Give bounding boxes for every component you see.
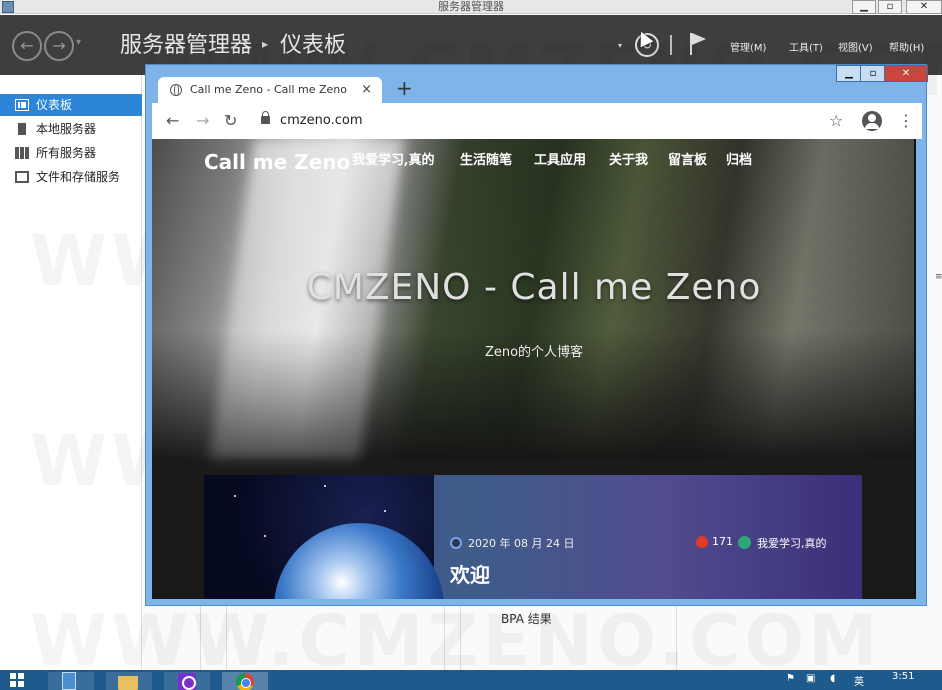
- dashboard-tiles-grid: [0, 600, 942, 670]
- page-title: 仪表板: [280, 33, 347, 58]
- app-icon: [178, 673, 196, 690]
- post-title[interactable]: 欢迎: [450, 559, 490, 588]
- new-tab-button[interactable]: +: [396, 75, 413, 101]
- window-titlebar: 服务器管理器 ▁ ▫ ✕: [0, 0, 942, 14]
- post-thumbnail[interactable]: [204, 475, 444, 599]
- sidebar-item-label: 文件和存储服务: [36, 170, 121, 184]
- browser-forward-icon[interactable]: →: [196, 103, 209, 139]
- sidebar-item-dashboard[interactable]: 仪表板: [0, 94, 142, 116]
- sidebar-item-label: 所有服务器: [36, 146, 97, 160]
- scrollbar-grip-icon[interactable]: ≡: [935, 272, 942, 282]
- post-views: 171: [712, 535, 733, 548]
- fire-icon: [696, 536, 708, 548]
- tab-close-icon[interactable]: ×: [361, 77, 372, 103]
- forward-button[interactable]: →: [44, 31, 74, 61]
- folder-icon: [118, 676, 138, 690]
- page-scrollbar[interactable]: [914, 139, 916, 599]
- window-minimize-button[interactable]: ▁: [852, 0, 876, 14]
- arrow-left-icon: ←: [20, 36, 34, 55]
- taskbar-clock[interactable]: 3:51: [892, 670, 914, 684]
- window-title: 服务器管理器: [438, 0, 504, 13]
- window-restore-button[interactable]: ▫: [878, 0, 902, 14]
- server-icon: [18, 123, 26, 135]
- nav-tools[interactable]: 工具应用: [534, 151, 586, 171]
- sidebar-item-label: 仪表板: [36, 98, 73, 112]
- bpa-results-label: BPA 结果: [501, 612, 552, 626]
- storage-icon: [15, 171, 29, 183]
- earth-image: [274, 523, 444, 599]
- taskbar-server-manager[interactable]: [48, 672, 94, 690]
- hero-subtitle: Zeno的个人博客: [484, 345, 584, 360]
- tag-icon: [738, 536, 751, 549]
- browser-reload-icon[interactable]: ↻: [224, 103, 237, 139]
- sidebar: 仪表板 本地服务器 所有服务器 文件和存储服务: [0, 75, 142, 670]
- tray-network-icon[interactable]: ▣: [806, 673, 815, 684]
- sidebar-item-local-server[interactable]: 本地服务器: [0, 118, 142, 140]
- chrome-tab-strip: Call me Zeno - Call me Zeno × +: [152, 73, 922, 103]
- tab-title: Call me Zeno - Call me Zeno: [190, 83, 347, 96]
- browser-tab[interactable]: Call me Zeno - Call me Zeno ×: [158, 77, 382, 103]
- post-category[interactable]: 我爱学习,真的: [757, 535, 827, 551]
- window-close-button[interactable]: ✕: [906, 0, 942, 14]
- menu-help[interactable]: 帮助(H): [889, 39, 924, 54]
- menu-manage[interactable]: 管理(M): [730, 39, 766, 54]
- web-page: Call me Zeno 我爱学习,真的 生活随笔 工具应用 关于我 留言板 归…: [152, 139, 916, 599]
- taskbar: ⚑ ▣ ◖ 英 3:51: [0, 670, 942, 690]
- nav-life-notes[interactable]: 生活随笔: [460, 151, 512, 171]
- post-card[interactable]: 2020 年 08 月 24 日 171 我爱学习,真的 欢迎: [204, 475, 862, 599]
- sidebar-item-label: 本地服务器: [36, 122, 97, 136]
- address-bar[interactable]: cmzeno.com: [280, 103, 363, 139]
- chrome-toolbar: ← → ↻ cmzeno.com ☆ ⋮: [152, 103, 922, 139]
- site-logo[interactable]: Call me Zeno: [204, 147, 350, 177]
- chrome-window: ▁ ▫ ✕ Call me Zeno - Call me Zeno × + ← …: [145, 64, 928, 606]
- post-date: 2020 年 08 月 24 日: [468, 537, 575, 550]
- taskbar-app[interactable]: [164, 672, 210, 690]
- globe-icon: [170, 84, 182, 96]
- menu-view[interactable]: 视图(V): [838, 39, 873, 54]
- calendar-icon: [450, 537, 462, 549]
- nav-study[interactable]: 我爱学习,真的: [352, 151, 435, 171]
- nav-guestbook[interactable]: 留言板: [668, 151, 707, 171]
- flag-icon[interactable]: [690, 33, 708, 55]
- header-divider: [670, 35, 672, 55]
- chrome-icon: [236, 673, 254, 690]
- sidebar-item-file-storage[interactable]: 文件和存储服务: [0, 166, 142, 188]
- nav-archive[interactable]: 归档: [726, 151, 752, 171]
- bookmark-star-icon[interactable]: ☆: [829, 103, 843, 139]
- menu-tools[interactable]: 工具(T): [789, 39, 823, 54]
- server-manager-icon: [62, 672, 76, 690]
- account-icon[interactable]: [862, 111, 882, 131]
- taskbar-file-explorer[interactable]: [106, 672, 152, 690]
- taskbar-chrome[interactable]: [222, 672, 268, 690]
- chrome-menu-icon[interactable]: ⋮: [898, 103, 914, 139]
- back-button[interactable]: ←: [12, 31, 42, 61]
- servers-icon: [15, 147, 29, 159]
- tray-volume-icon[interactable]: ◖: [830, 673, 835, 684]
- lock-icon[interactable]: [261, 111, 270, 124]
- dashboard-grid-icon: [15, 99, 29, 111]
- nav-about[interactable]: 关于我: [609, 151, 648, 171]
- hero-title: CMZENO - Call me Zeno: [306, 267, 762, 308]
- arrow-right-icon: →: [52, 36, 66, 55]
- history-dropdown-icon[interactable]: ▾: [76, 37, 81, 48]
- windows-start-icon[interactable]: [10, 673, 24, 687]
- input-language-indicator[interactable]: 英: [854, 673, 864, 688]
- tray-flag-icon[interactable]: ⚑: [786, 673, 795, 684]
- browser-back-icon[interactable]: ←: [166, 103, 179, 139]
- sidebar-item-all-servers[interactable]: 所有服务器: [0, 142, 142, 164]
- refresh-dropdown-icon[interactable]: ▾: [618, 41, 622, 50]
- app-title: 服务器管理器: [120, 33, 253, 58]
- breadcrumb-separator-icon: ▸: [262, 37, 269, 51]
